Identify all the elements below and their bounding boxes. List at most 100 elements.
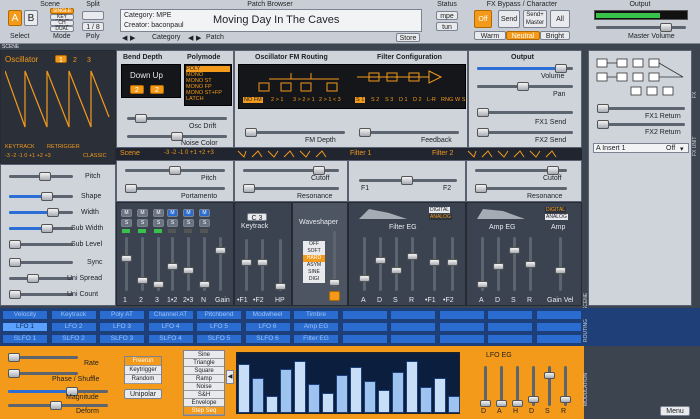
mod-source-0-11[interactable] bbox=[535, 310, 582, 320]
fm-no-fm[interactable]: NO FM bbox=[243, 97, 263, 103]
modulation-tab[interactable]: MODULATION bbox=[583, 356, 589, 406]
store-button[interactable]: Store bbox=[396, 33, 420, 42]
filter2-type-icons[interactable] bbox=[466, 149, 566, 159]
fm-2-1-3[interactable]: 2 > 1 < 3 bbox=[319, 97, 341, 103]
split-field[interactable] bbox=[82, 11, 104, 20]
mod-source-2-6[interactable]: Filter EG bbox=[293, 334, 339, 344]
mixer-solo-5[interactable]: S bbox=[199, 219, 210, 227]
global-tab[interactable]: GLOBAL bbox=[692, 8, 698, 38]
mod-source-2-0[interactable]: SLFO 1 bbox=[2, 334, 48, 344]
scene-b-button[interactable]: B bbox=[24, 10, 38, 26]
filter1-cutoff-slider[interactable] bbox=[243, 166, 339, 175]
mod-source-0-3[interactable]: Channel AT bbox=[147, 310, 194, 320]
osc-3-button[interactable]: 3 bbox=[83, 55, 95, 64]
mod-source-1-0[interactable]: LFO 1 bbox=[2, 322, 48, 332]
lfo-eg-slider-4[interactable] bbox=[544, 366, 555, 406]
mod-source-2-8[interactable] bbox=[390, 334, 436, 344]
amp-eg-attack[interactable] bbox=[477, 237, 488, 291]
feedback-slider[interactable] bbox=[359, 128, 459, 137]
fx-routing-diagram[interactable] bbox=[591, 57, 691, 101]
shape-slider[interactable] bbox=[9, 192, 73, 201]
mod-source-0-9[interactable] bbox=[438, 310, 485, 320]
step-seq-step[interactable] bbox=[322, 393, 334, 413]
lfo-trigger-list[interactable]: Freerun Keytrigger Random bbox=[124, 356, 162, 384]
mixer-slider-knob[interactable] bbox=[183, 267, 194, 274]
bend-up-value[interactable]: 2 bbox=[130, 85, 144, 94]
mod-source-0-8[interactable] bbox=[390, 310, 436, 320]
lfo-shape-stepseq[interactable]: Step Seq bbox=[184, 407, 224, 415]
keytrack-root[interactable]: C 3 bbox=[247, 213, 267, 222]
keytrack-f1-slider[interactable] bbox=[241, 239, 252, 291]
mod-source-1-10[interactable] bbox=[487, 322, 533, 332]
sub-level-slider[interactable] bbox=[9, 240, 73, 249]
lfo-keytrigger[interactable]: Keytrigger bbox=[125, 366, 161, 375]
mod-source-2-5[interactable]: SLFO 6 bbox=[244, 334, 291, 344]
mod-source-2-2[interactable]: SLFO 3 bbox=[99, 334, 145, 344]
lfo-eg-knob[interactable] bbox=[560, 396, 571, 403]
lfo-eg-knob[interactable] bbox=[480, 400, 491, 407]
osc-1-button[interactable]: 1 bbox=[55, 55, 67, 64]
routing-tab[interactable]: ROUTING bbox=[583, 312, 589, 342]
patch-display[interactable]: Category: MPE Creator: baconpaul Moving … bbox=[120, 9, 422, 32]
lfo-deform-slider[interactable] bbox=[8, 401, 108, 410]
volume-slider[interactable] bbox=[477, 64, 573, 73]
mod-source-0-6[interactable]: Timbre bbox=[293, 310, 339, 320]
mixer-mute-2[interactable]: M bbox=[153, 209, 164, 217]
filter-config-d1[interactable]: D 1 bbox=[399, 97, 408, 103]
step-seq-step[interactable] bbox=[294, 361, 306, 413]
fx1-send-slider[interactable] bbox=[477, 108, 573, 117]
fx2-send-slider[interactable] bbox=[477, 128, 573, 137]
filter-eg-sustain[interactable] bbox=[391, 237, 402, 291]
mixer-mute-5[interactable]: M bbox=[199, 209, 210, 217]
lfo-eg-slider-5[interactable] bbox=[560, 366, 571, 406]
mixer-slider-5[interactable] bbox=[199, 237, 210, 291]
fx-off-button[interactable]: Off bbox=[474, 10, 492, 28]
mod-source-1-9[interactable] bbox=[438, 322, 485, 332]
polymode-list[interactable]: POLY MONO MONO ST MONO FP MONO ST+FP LAT… bbox=[184, 64, 232, 106]
ws-asym[interactable]: ASYM bbox=[303, 262, 325, 269]
filter-eg-decay[interactable] bbox=[375, 237, 386, 291]
filter2-cutoff-slider[interactable] bbox=[475, 166, 567, 175]
mixer-mute-3[interactable]: M bbox=[167, 209, 178, 217]
step-seq-scroll-icon[interactable]: ◀ bbox=[226, 370, 234, 384]
lfo-unipolar-button[interactable]: Unipolar bbox=[124, 389, 162, 399]
filter1-type-icons[interactable] bbox=[236, 149, 336, 159]
mod-source-2-10[interactable] bbox=[487, 334, 533, 344]
mixer-slider-2[interactable] bbox=[153, 237, 164, 291]
mod-source-1-8[interactable] bbox=[390, 322, 436, 332]
step-seq-step[interactable] bbox=[448, 396, 460, 413]
filter1-resonance-slider[interactable] bbox=[243, 184, 339, 193]
bend-depth-display[interactable]: Down Up 2 2 bbox=[121, 64, 181, 98]
osc-type-selector[interactable]: CLASSIC bbox=[83, 153, 107, 159]
lfo-eg-slider-1[interactable] bbox=[496, 366, 507, 407]
tun-button[interactable]: tun bbox=[436, 22, 458, 31]
fm-depth-slider[interactable] bbox=[245, 128, 345, 137]
scene-a-button[interactable]: A bbox=[8, 10, 22, 26]
mod-source-2-11[interactable] bbox=[535, 334, 582, 344]
mixer-solo-2[interactable]: S bbox=[153, 219, 164, 227]
fx-all-button[interactable]: All bbox=[550, 10, 570, 28]
amp-eg-release[interactable] bbox=[525, 237, 536, 291]
mixer-mute-0[interactable]: M bbox=[121, 209, 132, 217]
character-warm[interactable]: Warm bbox=[474, 31, 506, 40]
filter-config-ws[interactable]: W S bbox=[455, 97, 465, 103]
step-seq-step[interactable] bbox=[336, 375, 348, 413]
lfo-eg-knob[interactable] bbox=[544, 372, 555, 379]
mixer-slider-knob[interactable] bbox=[137, 277, 148, 284]
step-seq-step[interactable] bbox=[280, 369, 292, 413]
waveshaper-drive-slider[interactable] bbox=[329, 231, 340, 287]
filter-eg-f2-amount[interactable] bbox=[447, 237, 458, 291]
osc-2-button[interactable]: 2 bbox=[69, 55, 81, 64]
mixer-slider-knob[interactable] bbox=[153, 281, 164, 288]
filter-eg-f1-amount[interactable] bbox=[429, 237, 440, 291]
lfo-shape-noise[interactable]: Noise bbox=[184, 383, 224, 391]
filter-eg-attack[interactable] bbox=[359, 237, 370, 291]
mod-source-2-7[interactable] bbox=[341, 334, 388, 344]
lfo-shape-triangle[interactable]: Triangle bbox=[184, 359, 224, 367]
mpe-button[interactable]: mpe bbox=[436, 11, 458, 20]
ws-hard[interactable]: HARD bbox=[303, 255, 325, 262]
mod-source-1-6[interactable]: Amp EG bbox=[293, 322, 339, 332]
lfo-shape-sine[interactable]: Sine bbox=[184, 351, 224, 359]
mixer-slider-6[interactable] bbox=[215, 237, 226, 291]
bend-down-value[interactable]: 2 bbox=[150, 85, 164, 94]
